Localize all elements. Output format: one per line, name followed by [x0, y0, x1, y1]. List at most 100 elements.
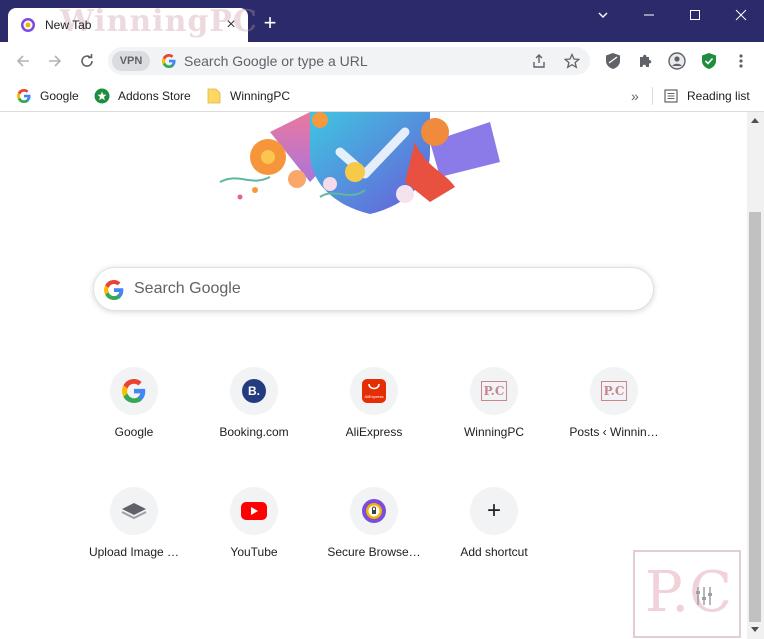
ntp-search-input[interactable] [134, 268, 634, 310]
google-g-icon [16, 88, 32, 104]
sliders-icon [696, 587, 712, 605]
minimize-icon [644, 14, 654, 16]
aliexpress-logo-text: AliExpress [364, 394, 384, 399]
reload-icon [81, 54, 93, 67]
tile-label: WinningPC [463, 425, 525, 439]
back-button[interactable] [12, 50, 34, 72]
tile-label: Posts ‹ Winnin… [569, 425, 659, 439]
plus-icon: + [486, 497, 501, 524]
bookmarks-overflow-button[interactable]: » [631, 85, 639, 107]
title-bar: WinningPC New Tab × + [0, 0, 764, 42]
minimize-button[interactable] [626, 0, 672, 32]
winningpc-icon: P.C [481, 381, 507, 401]
tile-label: Booking.com [219, 425, 289, 439]
tile-label: Upload Image … [88, 545, 180, 559]
addons-store-icon [94, 88, 110, 104]
chevron-down-icon [598, 12, 608, 18]
new-tab-button[interactable]: + [258, 12, 282, 36]
ntp-search-box[interactable] [93, 267, 654, 311]
bookmark-star-button[interactable] [561, 50, 583, 72]
tile-icon-container [230, 487, 278, 535]
adblock-icon [606, 53, 620, 69]
youtube-icon [241, 502, 267, 520]
scroll-down-arrow-icon[interactable] [751, 627, 759, 632]
folder-icon [206, 88, 222, 104]
maximize-button[interactable] [672, 0, 718, 32]
tile-label: Add shortcut [460, 545, 528, 559]
vertical-scrollbar[interactable] [747, 112, 764, 639]
star-icon [564, 53, 580, 69]
bookmark-label: WinningPC [230, 89, 291, 103]
shortcut-tile-winningpc[interactable]: P.C WinningPC [438, 367, 550, 477]
reading-list-label: Reading list [687, 89, 750, 103]
tile-label: AliExpress [345, 425, 403, 439]
omnibox-input[interactable] [184, 47, 524, 75]
tab-new-tab[interactable]: WinningPC New Tab × [8, 4, 257, 42]
bookmark-folder-winningpc[interactable]: WinningPC [206, 85, 290, 107]
tile-icon-container: AliExpress [350, 367, 398, 415]
reading-list-button[interactable]: Reading list [663, 85, 750, 107]
shortcut-tile-posts-winningpc[interactable]: P.C Posts ‹ Winnin… [558, 367, 670, 477]
adblock-extension-button[interactable] [602, 50, 624, 72]
close-window-button[interactable] [718, 0, 764, 32]
maximize-icon [690, 10, 700, 20]
toolbar: VPN [0, 42, 764, 80]
reload-button[interactable] [76, 50, 98, 72]
more-vertical-icon [739, 54, 743, 68]
google-g-icon [162, 54, 176, 68]
shortcut-tile-booking[interactable]: B. Booking.com [198, 367, 310, 477]
google-g-icon [122, 379, 146, 403]
watermark-text: P.C [645, 560, 732, 625]
tile-icon-container [350, 487, 398, 535]
tile-label: Secure Browse… [327, 545, 421, 559]
close-icon [735, 9, 747, 21]
extensions-button[interactable] [634, 50, 656, 72]
tile-label: Google [114, 425, 154, 439]
vpn-button[interactable]: VPN [112, 51, 150, 71]
new-tab-page: Google B. Booking.com AliExpress AliExpr… [0, 112, 747, 639]
reading-list-icon [663, 88, 679, 104]
tile-icon-container: B. [230, 367, 278, 415]
shortcut-tile-upload-image[interactable]: Upload Image … [78, 487, 190, 597]
bookmark-label: Google [40, 89, 79, 103]
aliexpress-icon: AliExpress [362, 379, 386, 403]
bookmark-addons-store[interactable]: Addons Store [94, 85, 191, 107]
add-shortcut-tile[interactable]: + Add shortcut [438, 487, 550, 597]
back-arrow-icon [16, 55, 29, 67]
tile-label: YouTube [230, 545, 278, 559]
bookmarks-divider [652, 87, 653, 105]
tile-icon-container: P.C [470, 367, 518, 415]
tab-close-icon[interactable]: × [222, 16, 240, 34]
tab-search-button[interactable] [580, 0, 626, 32]
omnibox[interactable]: VPN [108, 47, 590, 75]
winningpc-icon: P.C [601, 381, 627, 401]
shortcut-tile-secure-browser[interactable]: Secure Browse… [318, 487, 430, 597]
share-icon [533, 54, 545, 68]
tile-icon-container: + [470, 487, 518, 535]
security-extension-button[interactable] [698, 50, 720, 72]
tile-icon-container [110, 487, 158, 535]
bookmark-label: Addons Store [118, 89, 191, 103]
menu-button[interactable] [730, 50, 752, 72]
forward-button[interactable] [44, 50, 66, 72]
customize-button[interactable] [692, 584, 716, 608]
scrollbar-thumb[interactable] [749, 212, 761, 622]
google-g-icon [104, 280, 124, 300]
tab-title: New Tab [45, 18, 92, 32]
forward-arrow-icon [49, 55, 62, 67]
green-shield-icon [702, 53, 716, 69]
watermark-logo: P.C [633, 550, 741, 638]
browser-logo-icon [21, 18, 35, 32]
doodle-illustration [219, 112, 500, 214]
share-button[interactable] [528, 50, 550, 72]
profile-button[interactable] [666, 50, 688, 72]
bookmark-google[interactable]: Google [16, 85, 79, 107]
tile-icon-container [110, 367, 158, 415]
tile-icon-container: P.C [590, 367, 638, 415]
shortcut-tile-google[interactable]: Google [78, 367, 190, 477]
booking-icon: B. [242, 379, 266, 403]
scroll-up-arrow-icon[interactable] [751, 118, 759, 123]
shortcut-tile-aliexpress[interactable]: AliExpress AliExpress [318, 367, 430, 477]
upload-image-icon [121, 503, 147, 520]
shortcut-tile-youtube[interactable]: YouTube [198, 487, 310, 597]
